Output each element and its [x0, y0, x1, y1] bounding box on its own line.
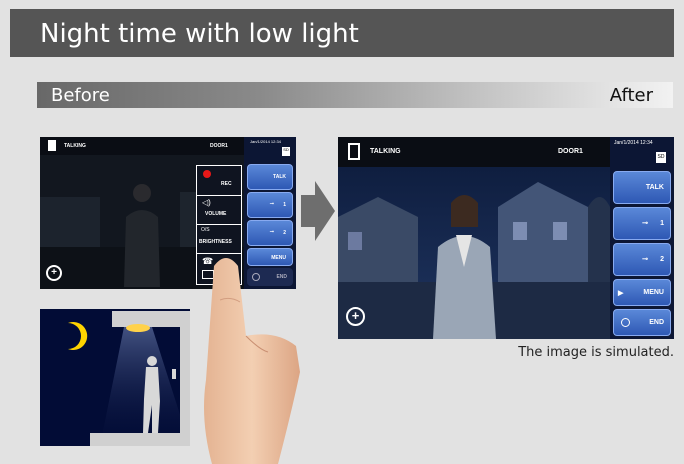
sd-card-icon: SD [282, 147, 290, 156]
rec-icon [203, 170, 211, 178]
speaker-icon: ◁) [202, 198, 211, 207]
end-label: END [649, 319, 664, 326]
key1-label: 1 [660, 220, 664, 227]
intercom-icon [48, 140, 56, 151]
key2-button[interactable]: ⊸ 2 [247, 220, 293, 246]
brightness-label: BRIGHTNESS [199, 239, 232, 245]
transfer-button[interactable]: ☎ [197, 253, 241, 284]
talk-button[interactable]: TALK [247, 164, 293, 190]
menu-label: MENU [643, 289, 664, 296]
key-icon: ⊸ [269, 201, 274, 207]
intercom-icon [348, 143, 360, 160]
menu-button[interactable]: ▶ MENU [613, 279, 671, 306]
after-sidebar: Jan/1/2014 12:34 SD TALK ⊸ 1 ⊸ 2 ▶ MENU … [610, 137, 674, 339]
after-status: TALKING [370, 148, 401, 155]
key1-label: 1 [283, 202, 286, 208]
key-icon: ⊸ [642, 256, 648, 263]
key2-button[interactable]: ⊸ 2 [613, 243, 671, 276]
before-sidebar: Jan/1/2014 12:34 SD TALK ⊸ 1 ⊸ 2 MENU EN… [244, 137, 296, 289]
after-datetime: Jan/1/2014 12:34 [614, 140, 653, 146]
zoom-icon[interactable]: + [346, 307, 365, 326]
page-header: Night time with low light [10, 9, 674, 57]
end-button[interactable]: END [613, 309, 671, 336]
volume-button[interactable]: ◁) VOLUME [197, 195, 241, 225]
key2-label: 2 [283, 230, 286, 236]
end-icon [252, 273, 260, 281]
volume-label: VOLUME [205, 211, 227, 217]
before-datetime: Jan/1/2014 12:34 [250, 139, 281, 144]
handset-icon: ☎ [202, 256, 214, 266]
menu-arrow-icon: ▶ [618, 290, 624, 297]
compare-band: Before After [37, 82, 673, 108]
night-scene-graphic [68, 311, 190, 446]
brightness-button[interactable]: O/S BRIGHTNESS [197, 224, 241, 254]
key2-label: 2 [660, 256, 664, 263]
sd-card-icon: SD [656, 152, 666, 163]
simulation-caption: The image is simulated. [518, 345, 674, 360]
before-popup-menu: REC ◁) VOLUME O/S BRIGHTNESS ☎ [196, 165, 242, 285]
key1-button[interactable]: ⊸ 1 [613, 207, 671, 240]
menu-button[interactable]: MENU [247, 248, 293, 266]
zoom-icon[interactable]: + [46, 265, 62, 281]
talk-label: TALK [645, 184, 664, 191]
after-door: DOOR1 [558, 148, 583, 155]
rec-button[interactable]: REC [197, 166, 241, 196]
end-button[interactable]: END [247, 268, 293, 286]
menu-label: MENU [271, 255, 286, 261]
before-after-arrow [301, 181, 335, 241]
talk-button[interactable]: TALK [613, 171, 671, 204]
after-label: After [609, 85, 653, 106]
talk-label: TALK [273, 174, 286, 180]
end-icon [621, 318, 630, 327]
night-scene-illustration [40, 309, 190, 446]
end-label: END [276, 274, 287, 280]
os-label: O/S [201, 227, 210, 233]
before-monitor-screen: TALKING DOOR1 REC ◁) VOLUME O/S BRIGHTNE… [40, 137, 296, 289]
before-door: DOOR1 [210, 143, 228, 149]
key1-button[interactable]: ⊸ 1 [247, 192, 293, 218]
page-title: Night time with low light [40, 19, 359, 49]
key-icon: ⊸ [269, 229, 274, 235]
monitor-icon [202, 270, 214, 279]
before-label: Before [51, 85, 110, 106]
after-monitor-screen: TALKING DOOR1 Jan/1/2014 12:34 SD TALK ⊸… [338, 137, 674, 339]
rec-label: REC [221, 181, 232, 187]
key-icon: ⊸ [642, 220, 648, 227]
before-status: TALKING [64, 143, 86, 149]
